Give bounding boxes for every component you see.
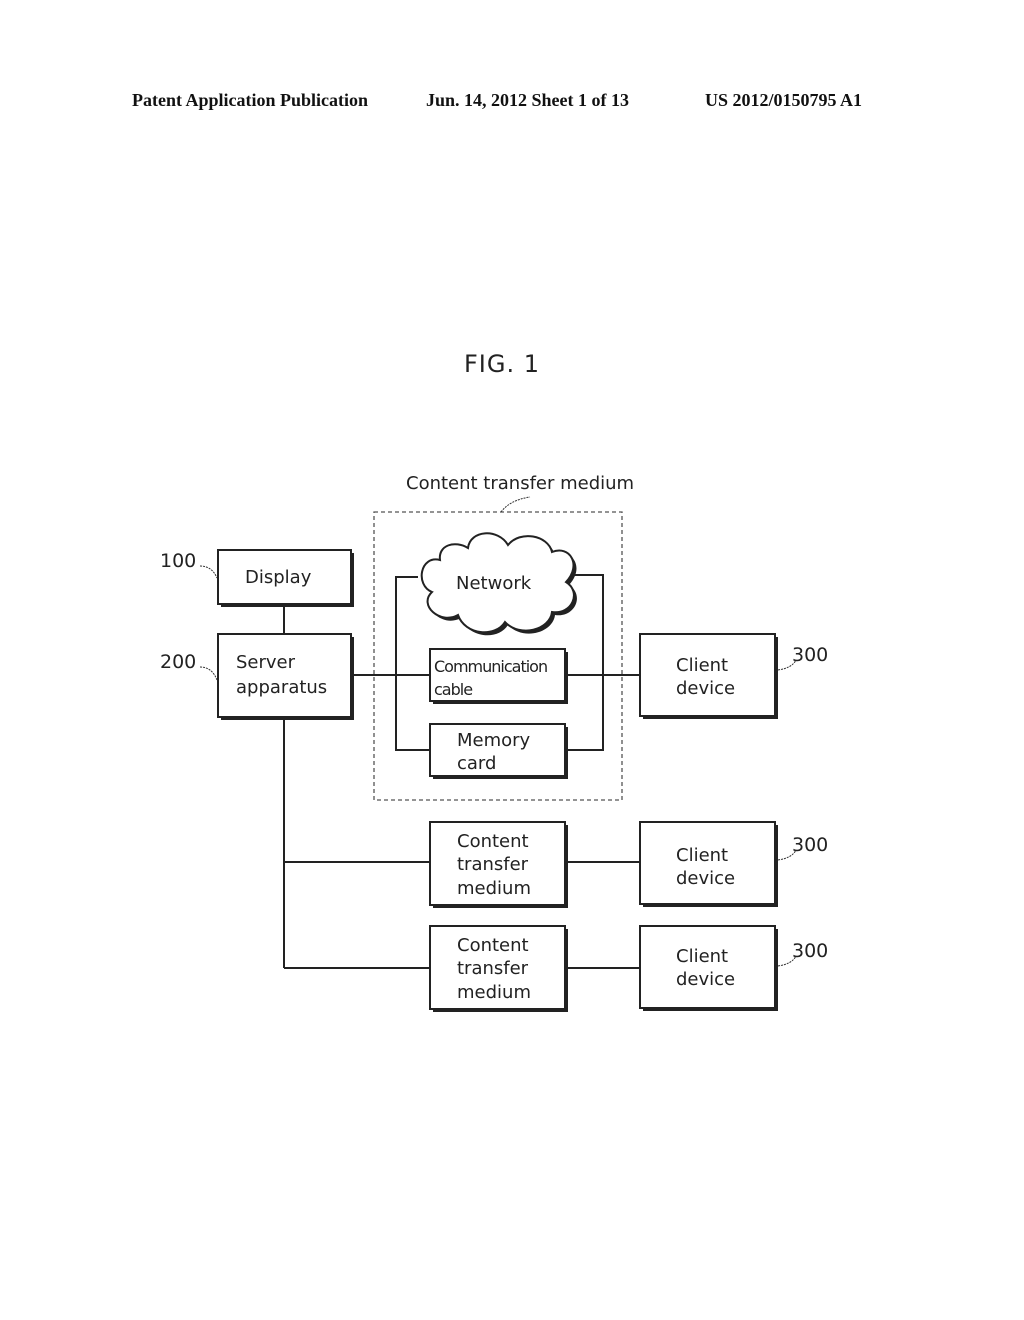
ref-200: 200: [160, 651, 196, 673]
network-cloud: Network: [420, 532, 577, 636]
content-transfer-medium-block-3: Content transfer medium: [429, 925, 568, 1012]
group-label: Content transfer medium: [406, 473, 634, 494]
client-device-block-3: Client device: [639, 925, 778, 1011]
client1-label-line2: device: [676, 678, 735, 699]
server-block: Server apparatus: [217, 633, 354, 720]
client1-label-line1: Client: [676, 655, 728, 676]
server-label-line2: apparatus: [236, 677, 327, 698]
client-device-block-2: Client device: [639, 821, 778, 907]
medium2-label-line3: medium: [457, 878, 531, 899]
group-leader-line: [500, 496, 531, 513]
ref-300-2: 300: [792, 834, 828, 856]
cable-label-line2: cable: [434, 680, 472, 699]
memory-label-line2: card: [457, 753, 496, 774]
client3-label-line2: device: [676, 969, 735, 990]
client2-label-line1: Client: [676, 845, 728, 866]
medium3-label-line3: medium: [457, 982, 531, 1003]
communication-cable-block: Communication cable: [429, 648, 568, 704]
ref-200-leader: [199, 666, 218, 681]
medium2-label-line2: transfer: [457, 854, 529, 875]
display-block: Display: [217, 549, 354, 607]
cable-label-line1: Communication: [434, 657, 547, 676]
ref-300-3: 300: [792, 940, 828, 962]
memory-label-line1: Memory: [457, 730, 531, 751]
medium2-label-line1: Content: [457, 831, 529, 852]
client2-label-line2: device: [676, 868, 735, 889]
network-label: Network: [456, 573, 532, 594]
display-label: Display: [245, 567, 312, 588]
server-label-line1: Server: [236, 652, 296, 673]
content-transfer-medium-block-2: Content transfer medium: [429, 821, 568, 908]
memory-card-block: Memory card: [429, 723, 568, 779]
medium3-label-line2: transfer: [457, 958, 529, 979]
medium3-label-line1: Content: [457, 935, 529, 956]
client3-label-line1: Client: [676, 946, 728, 967]
ref-100: 100: [160, 550, 196, 572]
client-device-block-1: Client device: [639, 633, 778, 719]
block-diagram: Content transfer medium Display 100 Serv…: [160, 473, 828, 1012]
ref-300-1: 300: [792, 644, 828, 666]
ref-100-leader: [199, 565, 218, 579]
left-bus-line: [395, 576, 430, 751]
